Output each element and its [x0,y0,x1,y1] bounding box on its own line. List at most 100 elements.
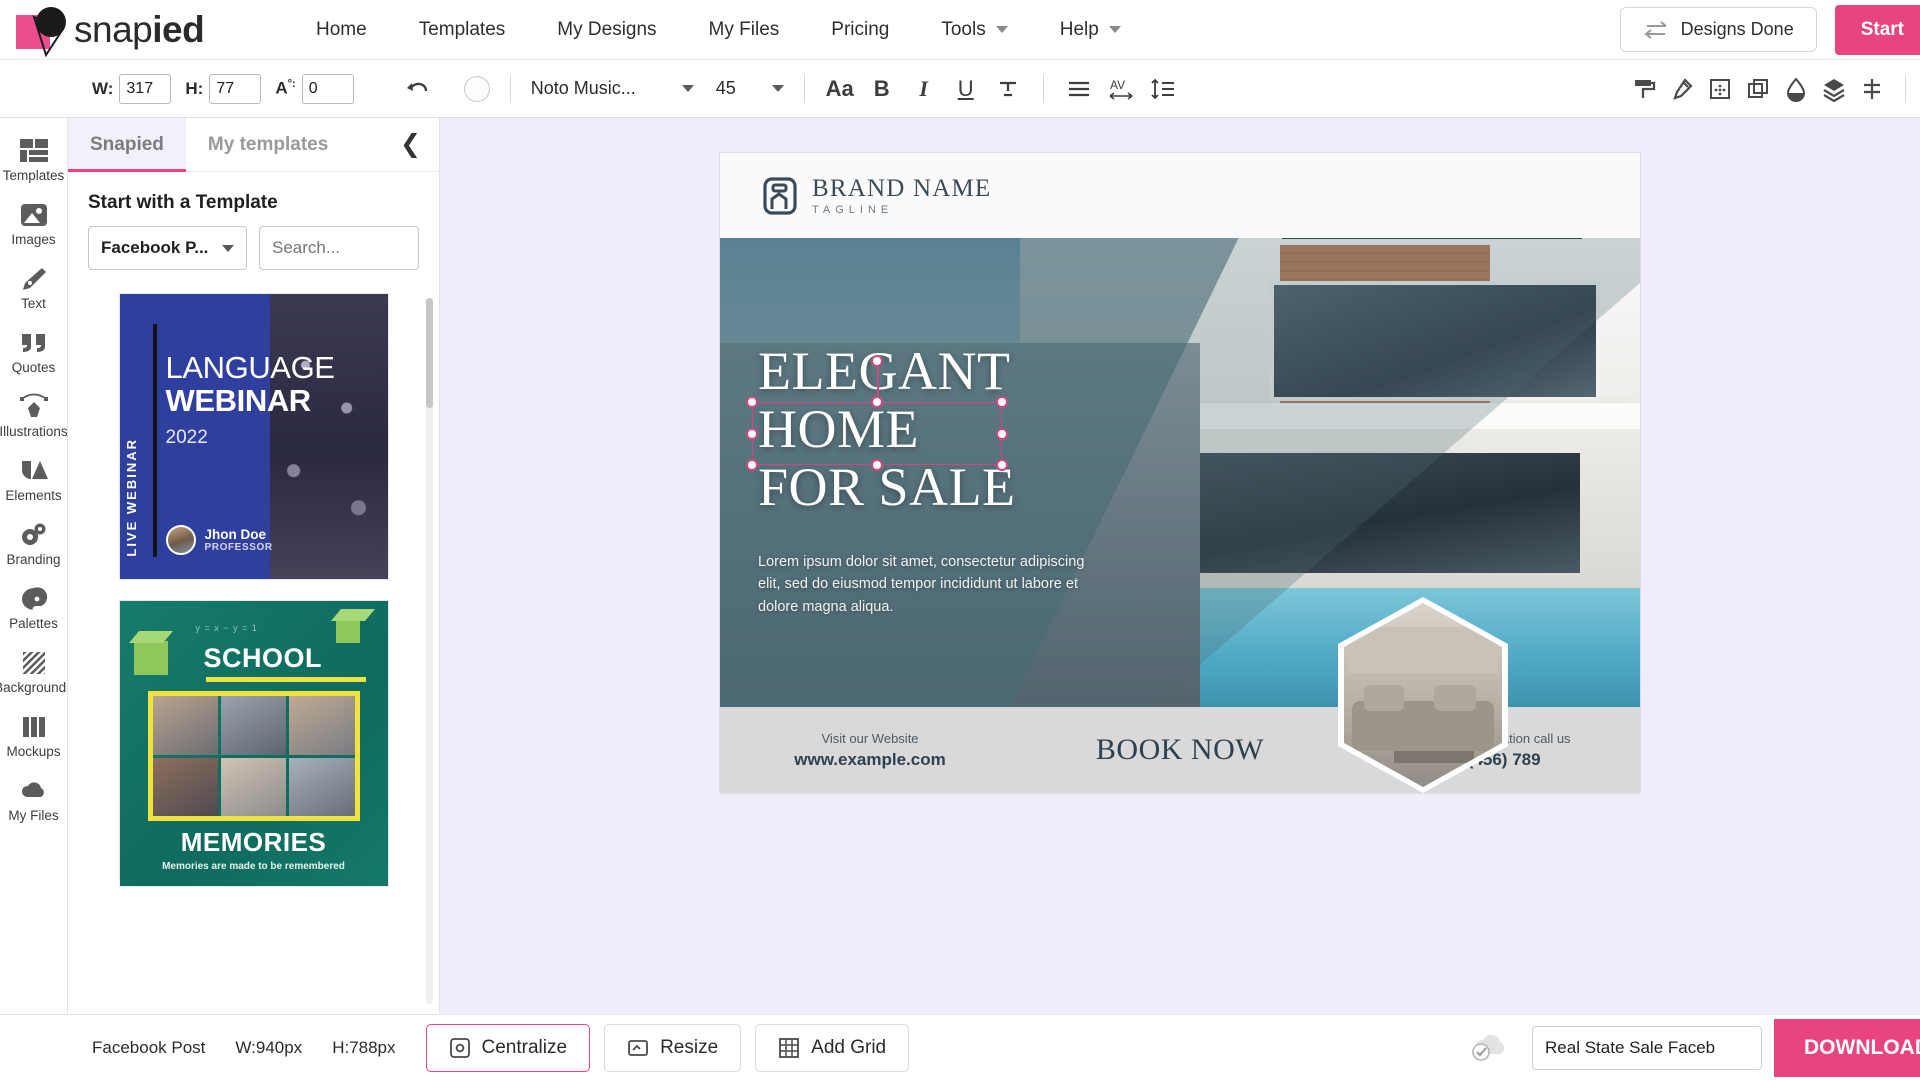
scrollbar-thumb[interactable] [426,298,433,408]
nav-right-actions: Designs Done Start [1619,4,1920,55]
snapied-logo-icon [14,6,72,57]
nav-item-templates[interactable]: Templates [393,11,532,49]
color-swatch-button[interactable] [458,70,496,108]
nav-item-my-designs[interactable]: My Designs [531,11,682,49]
align-center-button[interactable] [1853,70,1891,108]
download-button[interactable]: DOWNLOAD [1774,1018,1920,1077]
sidebar-item-illustrations[interactable]: Illustrations [0,384,68,448]
sidebar-item-branding[interactable]: Branding [0,512,67,576]
sidebar-item-mockups[interactable]: Mockups [0,704,67,768]
sidebar-item-quotes[interactable]: Quotes [0,320,67,384]
poster-brand-tagline: TAGLINE [812,204,894,216]
tab-my-templates[interactable]: My templates [186,118,350,172]
list-item[interactable]: y = x − y = 1 SCHOOL MEMORIES Memories a… [119,601,388,886]
snapied-editor-app: snapied Home Templates My Designs My Fil… [0,0,1920,1080]
templates-panel: Snapied My templates ❮ Start with a Temp… [68,117,440,1014]
nav-item-my-files[interactable]: My Files [683,11,806,49]
hexagon-inset-photo[interactable] [1334,597,1512,793]
equation-text: y = x − y = 1 [195,623,258,633]
nav-item-home[interactable]: Home [290,11,393,49]
cube-decoration [335,619,360,643]
undo-icon [406,82,427,91]
sidebar-item-templates[interactable]: Templates [0,128,67,192]
design-canvas[interactable]: BRAND NAME TAGLINE ELEGANT HOME FOR SALE [720,153,1640,793]
tab-snapied[interactable]: Snapied [68,117,186,172]
font-family-select[interactable]: Noto Music... [525,72,700,106]
nav-item-pricing[interactable]: Pricing [805,11,915,49]
chevron-left-icon[interactable]: ❮ [400,132,439,157]
resize-button[interactable]: Resize [604,1023,742,1072]
opacity-button[interactable] [1777,70,1815,108]
poster-headline[interactable]: ELEGANT HOME FOR SALE [758,342,1016,516]
angle-label: A°: [275,78,296,98]
sidebar-item-palettes[interactable]: Palettes [0,576,67,640]
strikethrough-button[interactable] [987,69,1029,109]
letter-spacing-icon: AV [1109,78,1133,100]
swap-arrows-icon [1644,20,1667,39]
crop-button[interactable] [1701,70,1739,108]
designs-done-button[interactable]: Designs Done [1619,7,1817,52]
image-icon [20,204,47,226]
author-name: Jhon Doe [204,526,267,542]
designs-done-label: Designs Done [1680,19,1794,39]
italic-button[interactable]: I [903,69,945,109]
logo-triangle-icon [32,14,65,57]
sidebar-label: Branding [6,552,61,567]
sidebar-item-images[interactable]: Images [0,192,67,256]
canvas-area[interactable]: BRAND NAME TAGLINE ELEGANT HOME FOR SALE [440,118,1920,1014]
chevron-down-icon [995,26,1008,33]
list-item[interactable]: LIVE WEBINAR LANGUAGE WEBINAR 2022 Jhon … [119,294,388,579]
bold-button[interactable]: B [861,69,903,109]
headline-line-2[interactable]: HOME [758,400,919,459]
cloud-check-icon [1468,1028,1512,1067]
nav-item-tools[interactable]: Tools [915,11,1033,49]
sidebar-item-text[interactable]: Text [0,256,67,320]
align-button[interactable] [1058,69,1100,109]
add-grid-button[interactable]: Add Grid [755,1023,910,1072]
sidebar-item-my-files[interactable]: My Files [0,768,67,832]
line-height-button[interactable] [1142,69,1184,109]
duplicate-button[interactable] [1739,70,1777,108]
underline-button[interactable]: U [945,69,987,109]
angle-input[interactable] [301,73,354,104]
bottom-status-bar: Facebook Post W:940px H:788px Centralize… [0,1014,1920,1080]
chevron-down-icon [1108,26,1121,33]
nav-item-help[interactable]: Help [1034,11,1147,49]
sidebar-label: Palettes [9,616,58,631]
poster-body-text[interactable]: Lorem ipsum dolor sit amet, consectetur … [758,551,1103,618]
sidebar-item-elements[interactable]: Elements [0,448,67,512]
nav-links: Home Templates My Designs My Files Prici… [290,11,1620,49]
start-button[interactable]: Start [1834,4,1920,55]
letter-spacing-button[interactable]: AV [1100,69,1142,109]
brand-logo-area[interactable]: snapied [0,6,290,57]
template-category-select[interactable]: Facebook P... [88,226,247,270]
paint-roller-icon [1635,79,1656,98]
template-thumbnail-list[interactable]: LIVE WEBINAR LANGUAGE WEBINAR 2022 Jhon … [68,284,439,1014]
centralize-button[interactable]: Centralize [425,1023,591,1072]
width-input[interactable] [119,73,172,104]
font-size-select[interactable]: 45 [710,72,790,106]
height-input[interactable] [209,73,262,104]
layers-button[interactable] [1815,70,1853,108]
webinar-photo [269,294,388,579]
centralize-label: Centralize [481,1036,568,1058]
text-case-button[interactable]: Aa [819,69,861,109]
panel-filters: Facebook P... [68,226,439,284]
undo-button[interactable] [398,70,436,108]
template-year: 2022 [165,427,208,448]
doc-type-label: Facebook Post [92,1037,206,1057]
paint-roller-button[interactable] [1625,70,1663,108]
resize-label: Resize [660,1036,719,1058]
sidebar-item-backgrounds[interactable]: Backgrounds [0,640,67,704]
eyedropper-button[interactable] [1663,70,1701,108]
footer-cta[interactable]: BOOK NOW [1020,733,1340,767]
add-grid-label: Add Grid [811,1036,887,1058]
font-size-value: 45 [715,78,736,98]
author-role: PROFESSOR [204,542,273,554]
poster-brand-name: BRAND NAME [812,175,992,202]
website-value: www.example.com [794,749,946,769]
design-name-input[interactable] [1532,1025,1763,1070]
template-search-input[interactable] [259,226,419,270]
sidebar-label: Illustrations [0,424,68,439]
template-footer-sub: Memories are made to be remembered [162,861,345,872]
